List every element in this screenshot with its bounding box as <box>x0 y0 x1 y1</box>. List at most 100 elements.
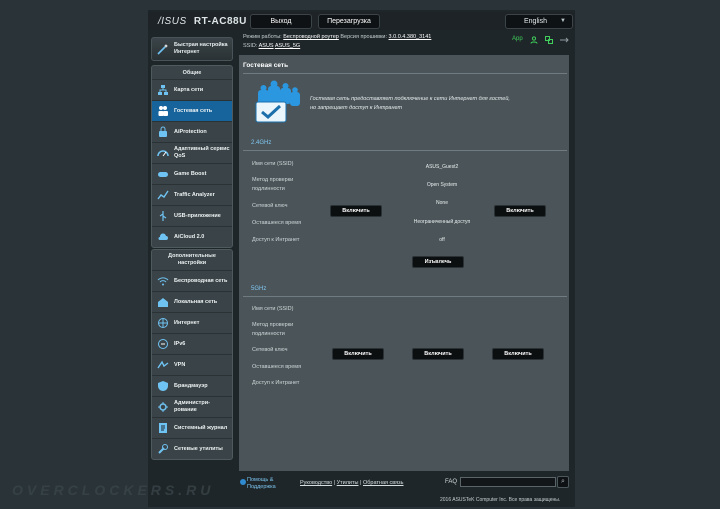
intranet-access-label: Доступ к Интранет <box>252 237 300 243</box>
sidebar-item-general-4[interactable]: Game Boost <box>152 163 232 184</box>
advanced-menu: Дополнительные настройки Беспроводная се… <box>151 249 233 460</box>
guest-network-icon <box>158 106 168 116</box>
band-24-divider <box>243 150 567 151</box>
mode-link[interactable]: Беспроводной роутер <box>283 34 339 40</box>
sidebar-item-advanced-4[interactable]: VPN <box>152 354 232 375</box>
sidebar-item-label: AiProtection <box>174 128 207 135</box>
network-icon[interactable] <box>544 36 553 46</box>
logout-button[interactable]: Выход <box>250 14 312 29</box>
sidebar-item-label: Системный журнал <box>174 424 228 431</box>
help-support-link[interactable]: Помощь & Поддержка <box>247 477 287 491</box>
page-title: Гостевая сеть <box>243 62 289 69</box>
sidebar-item-label: Локальная сеть <box>174 298 218 305</box>
sidebar-item-advanced-8[interactable]: Сетевые утилиты <box>152 438 232 459</box>
sidebar-item-advanced-5[interactable]: Брандмауэр <box>152 375 232 396</box>
auth-method-label: Метод проверки подлинности <box>252 177 294 192</box>
faq-search-input[interactable] <box>460 477 556 487</box>
sidebar-item-label: Администри-рование <box>174 400 210 413</box>
sidebar-item-advanced-1[interactable]: Локальная сеть <box>152 291 232 312</box>
band-5-divider <box>243 296 567 297</box>
sidebar-item-advanced-7[interactable]: Системный журнал <box>152 417 232 438</box>
mode-label: Режим работы: <box>243 34 282 40</box>
ipv6-icon <box>158 339 168 349</box>
general-menu: Общие Карта сети Гостевая сеть AiProtectio… <box>151 65 233 248</box>
qos-icon <box>157 150 169 157</box>
quick-setup-label: Быстрая настройка Интернет <box>174 42 228 55</box>
utilities-link[interactable]: Утилиты <box>337 480 359 486</box>
guest-time-value: Неограниченный доступ <box>413 219 471 225</box>
traffic-analyzer-icon <box>157 190 169 200</box>
enable-24-guest3-button[interactable]: Включить <box>494 205 546 217</box>
sidebar-item-label: Интернет <box>174 319 200 326</box>
sidebar-item-label: Беспроводная сеть <box>174 277 228 284</box>
wand-icon <box>157 44 168 55</box>
usb-icon <box>159 211 167 221</box>
sidebar-item-label: Traffic Analyzer <box>174 191 215 198</box>
watermark: OVERCLOCKERS.RU <box>12 482 215 498</box>
guest-description: Гостевая сеть предоставляет подключение … <box>310 96 510 111</box>
sidebar-item-advanced-2[interactable]: Интернет <box>152 312 232 333</box>
user-icon[interactable] <box>530 36 538 46</box>
sidebar-item-general-2[interactable]: AiProtection <box>152 121 232 142</box>
brand-logo: /ISUS <box>158 16 187 27</box>
firmware-link[interactable]: 3.0.0.4.380_3141 <box>389 34 432 40</box>
auth-method-label-5: Метод проверки подлинности <box>252 322 294 337</box>
guest-auth-value: Open System <box>426 182 458 188</box>
usb-status-icon[interactable] <box>559 36 569 46</box>
guest-network-illustration <box>255 80 300 123</box>
chevron-down-icon: ▼ <box>560 18 566 24</box>
sidebar-item-label: AiCloud 2.0 <box>174 233 205 240</box>
tools-icon <box>158 444 168 454</box>
ssid-label: SSID: <box>243 43 258 49</box>
sidebar-item-general-6[interactable]: USB-приложение <box>152 205 232 226</box>
home-icon <box>158 298 168 307</box>
band-5-title: 5GHz <box>251 286 267 292</box>
guest-intranet-value: off <box>439 237 445 243</box>
network-map-icon <box>158 85 168 95</box>
sidebar-item-label: Сетевые утилиты <box>174 445 223 452</box>
sidebar-item-general-0[interactable]: Карта сети <box>152 79 232 100</box>
advanced-header: Дополнительные настройки <box>168 253 216 266</box>
feedback-link[interactable]: Обратная связь <box>363 480 404 486</box>
enable-24-guest1-button[interactable]: Включить <box>330 205 382 217</box>
reboot-button[interactable]: Перезагрузка <box>318 14 380 29</box>
ssid-link-2[interactable]: ASUS_5G <box>275 43 300 49</box>
sidebar-item-general-3[interactable]: Адаптивный сервис QoS <box>152 142 232 163</box>
sidebar-item-label: VPN <box>174 361 186 368</box>
remove-24-guest2-button[interactable]: Изъвлечь <box>412 256 464 268</box>
copyright: 2016 ASUSTeK Computer Inc. Все права защ… <box>440 497 561 503</box>
manual-link[interactable]: Руководство <box>300 480 332 486</box>
band-24-title: 2.4GHz <box>251 140 272 146</box>
quick-internet-setup[interactable]: Быстрая настройка Интернет <box>151 37 233 61</box>
app-link[interactable]: App <box>512 36 523 46</box>
sidebar-item-general-1[interactable]: Гостевая сеть <box>152 100 232 121</box>
language-value: English <box>524 18 547 25</box>
firmware-label: Версия прошивки: <box>340 34 387 40</box>
title-divider <box>243 73 567 74</box>
enable-5-guest3-button[interactable]: Включить <box>492 348 544 360</box>
guest-key-value: None <box>436 200 448 206</box>
help-icon <box>240 479 246 485</box>
intranet-access-label-5: Доступ к Интранет <box>252 380 300 386</box>
sidebar-item-general-7[interactable]: AiCloud 2.0 <box>152 226 232 247</box>
enable-5-guest1-button[interactable]: Включить <box>332 348 384 360</box>
sidebar-item-label: IPv6 <box>174 340 186 347</box>
sidebar-item-advanced-3[interactable]: IPv6 <box>152 333 232 354</box>
sidebar-item-general-5[interactable]: Traffic Analyzer <box>152 184 232 205</box>
sidebar-item-label: Карта сети <box>174 86 204 93</box>
footer-separator: | <box>360 480 362 486</box>
ssid-link-1[interactable]: ASUS <box>259 43 274 49</box>
footer-separator: | <box>333 480 336 486</box>
sidebar-item-advanced-6[interactable]: Администри-рование <box>152 396 232 417</box>
network-key-label-5: Сетевой ключ <box>252 347 288 353</box>
wireless-icon <box>157 277 169 286</box>
enable-5-guest2-button[interactable]: Включить <box>412 348 464 360</box>
firewall-icon <box>158 381 168 391</box>
search-icon[interactable]: ⌕ <box>557 476 569 488</box>
remaining-time-label-5: Оставшееся время <box>252 364 302 370</box>
model-name: RT-AC88U <box>193 16 247 27</box>
ssid-field-label-5: Имя сети (SSID) <box>252 306 294 312</box>
language-select[interactable]: English ▼ <box>505 14 573 29</box>
sidebar-item-advanced-0[interactable]: Беспроводная сеть <box>152 270 232 291</box>
vpn-icon <box>157 360 169 369</box>
